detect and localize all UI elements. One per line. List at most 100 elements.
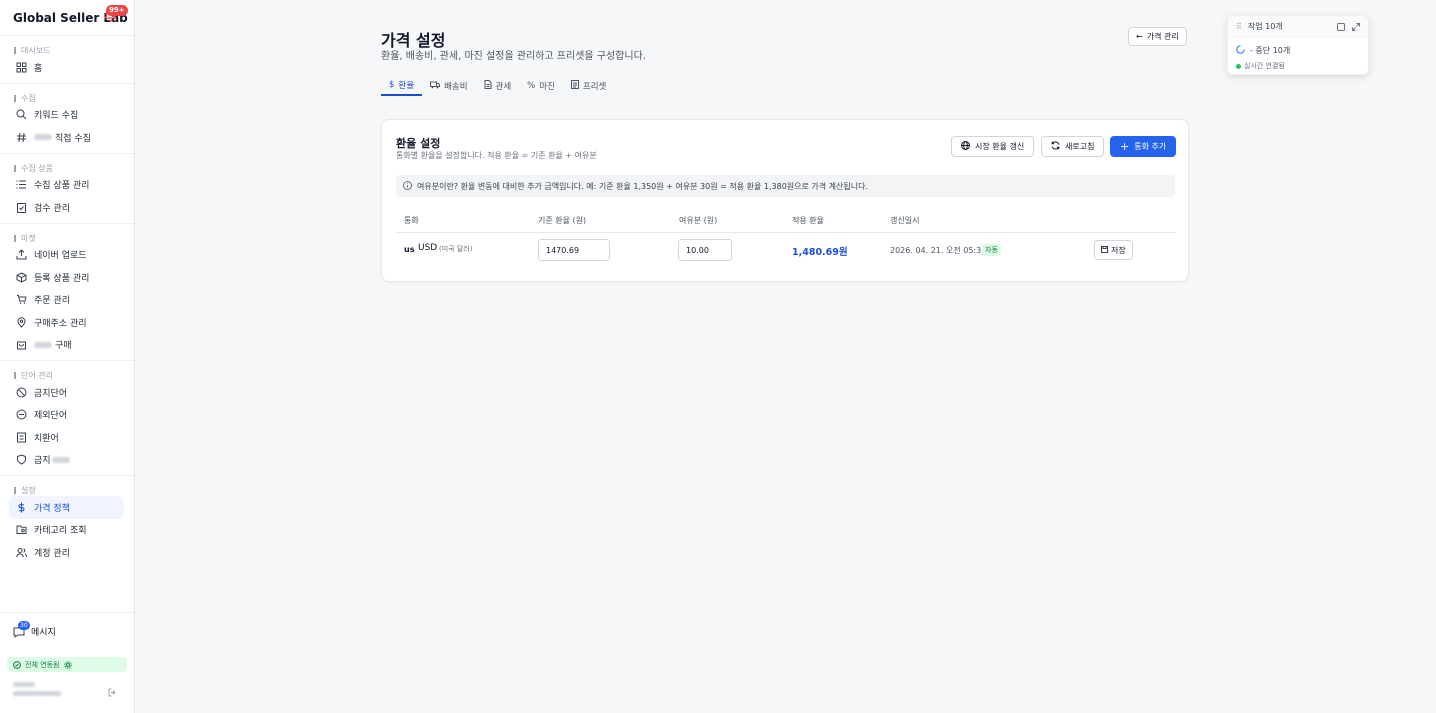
sidebar-item-excluded-words[interactable]: 제외단어: [9, 404, 124, 427]
sidebar-item-home[interactable]: 홈: [9, 56, 124, 79]
square-icon[interactable]: [1337, 22, 1345, 31]
column-header: 갱신일시: [890, 216, 920, 225]
minus-circle-icon: [16, 409, 27, 420]
check-circle-icon: [13, 660, 21, 669]
updated-at: 2026. 04. 21. 오전 05:33: [890, 246, 987, 255]
percent-icon: %: [527, 81, 536, 91]
message-count-badge: 30: [18, 621, 30, 630]
nav-group-collect: 수집 키워드 수집 직접 수집: [0, 84, 134, 154]
hash-icon: [16, 132, 27, 143]
column-header: 통화: [404, 216, 419, 225]
jobs-panel: ⠿ 작업 10개 - 중단 10개 실시간 연결됨: [1227, 15, 1369, 75]
sidebar-item-banned-other[interactable]: 금지: [9, 449, 124, 472]
applied-rate: 1,480.69원: [792, 247, 848, 258]
blurred-text: [51, 456, 70, 463]
tab-exchange-rate[interactable]: $ 환율: [381, 76, 423, 96]
status-dot-icon: [1236, 63, 1241, 69]
sidebar-item-category-search[interactable]: 카테고리 조회: [9, 519, 124, 542]
refresh-button[interactable]: 새로고침: [1041, 136, 1105, 157]
tab-customs[interactable]: 관세: [476, 76, 520, 96]
connection-status: 실시간 연결됨: [1236, 61, 1285, 71]
sidebar-item-label: 네이버 업로드: [34, 251, 87, 262]
sidebar-item-purchase[interactable]: 구매: [9, 334, 124, 357]
sidebar-item-replace-words[interactable]: 치환어: [9, 426, 124, 449]
dollar-icon: $: [389, 80, 395, 90]
base-rate-input[interactable]: 1470.69: [538, 239, 610, 261]
tab-shipping[interactable]: 배송비: [422, 76, 475, 96]
sidebar-item-registered-products[interactable]: 등록 상품 관리: [9, 266, 124, 289]
sidebar-item-purchase-address[interactable]: 구매주소 관리: [9, 311, 124, 334]
blurred-text: [34, 134, 52, 141]
sidebar-item-label: 금지: [34, 456, 51, 467]
bag-icon: [16, 339, 27, 350]
search-icon: [16, 109, 27, 120]
info-icon: [403, 180, 412, 192]
box-icon: [16, 272, 27, 283]
brand: Global Seller Lab 99+: [0, 0, 134, 36]
jobs-line: - 중단 10개: [1236, 45, 1290, 56]
globe-icon: [961, 141, 970, 152]
list-icon: [16, 179, 27, 190]
page-subtitle: 환율, 배송비, 관세, 마진 설정을 관리하고 프리셋을 구성합니다.: [381, 51, 646, 62]
sidebar-item-direct-collect[interactable]: 직접 수집: [9, 126, 124, 149]
sidebar-item-label: 수집 상품 관리: [34, 181, 90, 192]
jobs-header: ⠿ 작업 10개: [1228, 16, 1368, 38]
price-manage-label: 가격 관리: [1146, 32, 1179, 41]
cart-icon: [16, 294, 27, 305]
nav-group-words: 단어 관리 금지단어 제외단어 치환어 금지: [0, 361, 134, 476]
currency-name: (미국 달러): [439, 245, 473, 253]
sidebar-item-banned-words[interactable]: 금지단어: [9, 381, 124, 404]
sidebar-item-label: 주문 관리: [34, 296, 70, 307]
group-label: 수집: [21, 93, 36, 103]
table-divider: [396, 232, 1175, 233]
add-currency-button[interactable]: + 통화 추가: [1110, 136, 1177, 157]
group-label: 단어 관리: [21, 371, 53, 380]
card-title: 환율 설정: [396, 137, 441, 150]
sidebar-item-keyword-collect[interactable]: 키워드 수집: [9, 104, 124, 127]
group-label: 대시보드: [21, 46, 51, 55]
exchange-rate-card: 환율 설정 통화별 환율을 설정합니다. 적용 환율 = 기준 환율 + 여유분…: [381, 119, 1189, 282]
sidebar-item-label: 제외단어: [34, 411, 68, 422]
price-manage-button[interactable]: ← 가격 관리: [1128, 27, 1187, 46]
sidebar-item-orders[interactable]: 주문 관리: [9, 289, 124, 312]
main-content: 가격 설정 환율, 배송비, 관세, 마진 설정을 관리하고 프리셋을 구성합니…: [135, 0, 1436, 713]
column-header: 기준 환율 (원): [538, 216, 587, 225]
sidebar-item-naver-upload[interactable]: 네이버 업로드: [9, 244, 124, 267]
sidebar-item-accounts[interactable]: 계정 관리: [9, 541, 124, 564]
sidebar-item-inspect[interactable]: 검수 관리: [9, 196, 124, 219]
market-rate-refresh-button[interactable]: 시장 환율 갱신: [951, 136, 1035, 157]
sidebar-item-price-policy[interactable]: 가격 정책: [9, 496, 124, 519]
button-label: 시장 환율 갱신: [975, 142, 1025, 151]
map-pin-icon: [16, 317, 27, 328]
tab-label: 마진: [539, 82, 555, 92]
drag-handle-icon[interactable]: ⠿: [1236, 22, 1242, 31]
upload-icon: [16, 249, 27, 260]
shield-icon: [16, 454, 27, 465]
tab-label: 환율: [398, 81, 415, 91]
messages-link[interactable]: 30 메시지: [0, 612, 134, 650]
tab-bar: $ 환율 배송비 관세 % 마진 프리셋: [381, 76, 614, 96]
sync-status-badge[interactable]: 전체 연동됨: [7, 657, 127, 672]
tab-preset[interactable]: 프리셋: [563, 76, 614, 96]
nav-group-settings: 설정 가격 정책 카테고리 조회 계정 관리: [0, 476, 134, 568]
margin-input[interactable]: 10.00: [678, 239, 732, 261]
save-button[interactable]: 저장: [1094, 240, 1133, 260]
expand-icon[interactable]: [1352, 22, 1360, 31]
info-text: 여유분이란? 환율 변동에 대비한 추가 금액입니다. 예: 기준 환율 1,3…: [417, 181, 869, 191]
jobs-line-text: - 중단 10개: [1250, 46, 1291, 55]
refresh-icon: [1051, 141, 1060, 152]
gear-icon: [64, 660, 73, 669]
spinner-icon: [1236, 45, 1245, 56]
sidebar-item-label: 가격 정책: [34, 503, 70, 514]
card-subtitle: 통화별 환율을 설정합니다. 적용 환율 = 기준 환율 + 여유분: [396, 151, 597, 160]
tab-label: 관세: [495, 82, 512, 92]
plus-icon: +: [1120, 139, 1130, 153]
tab-margin[interactable]: % 마진: [519, 76, 563, 96]
dollar-icon: [16, 502, 27, 513]
nav-group-market: 마켓 네이버 업로드 등록 상품 관리 주문 관리 구매주소 관리 구매: [0, 224, 134, 361]
sidebar-item-label: 구매: [55, 341, 72, 352]
file-icon: [484, 80, 492, 92]
logout-icon[interactable]: [108, 686, 117, 700]
sidebar-item-label: 금지단어: [34, 388, 68, 399]
sidebar-item-collected-manage[interactable]: 수집 상품 관리: [9, 174, 124, 197]
